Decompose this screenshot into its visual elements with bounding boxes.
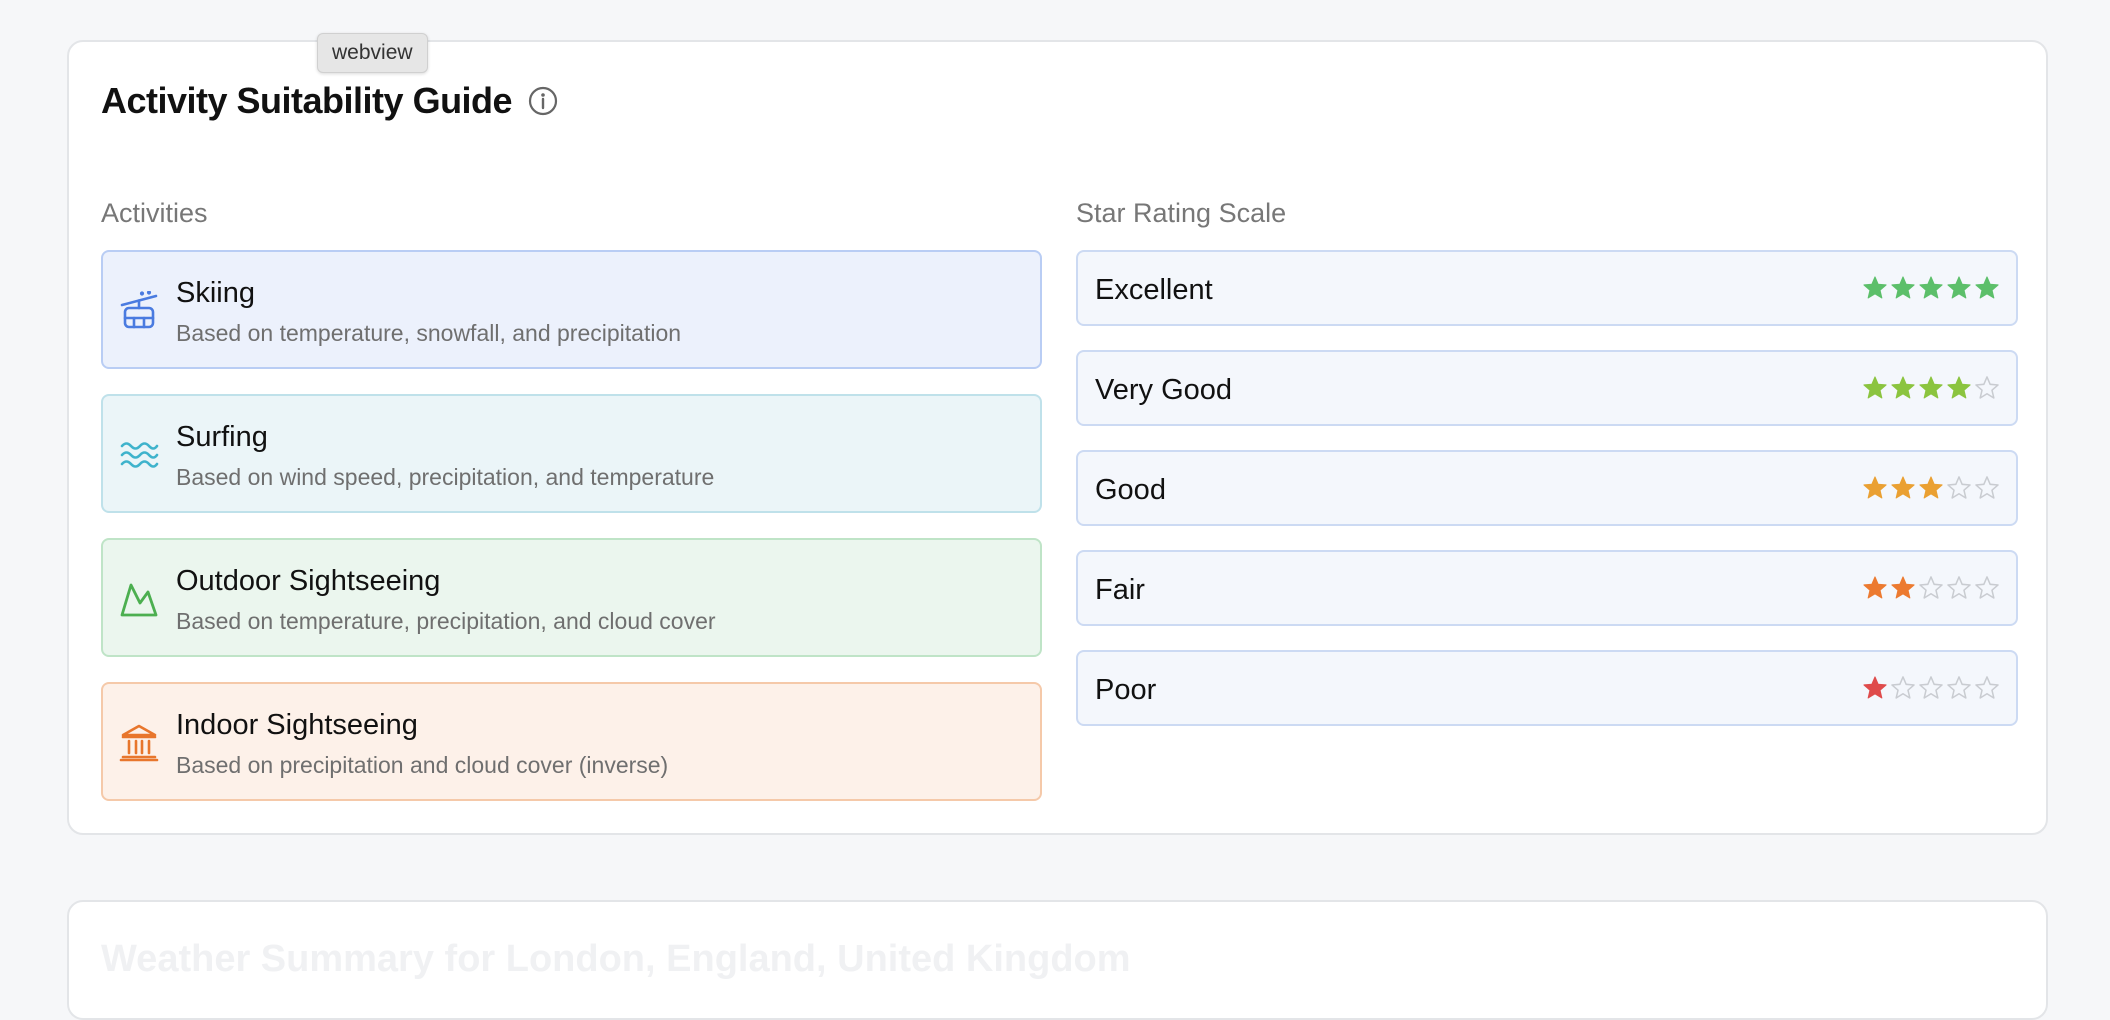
waves-icon [119,435,159,475]
star-rating [1862,675,2000,701]
rating-fair: Fair [1076,550,2018,626]
activity-name: Skiing [176,277,255,309]
star-empty-icon [1947,676,1971,699]
activity-description: Based on precipitation and cloud cover (… [176,752,669,778]
rating-label: Fair [1095,574,1145,606]
star-filled-icon [1863,576,1887,599]
star-filled-icon [1947,376,1971,399]
star-rating [1862,275,2000,301]
star-filled-icon [1863,276,1887,299]
rating-label: Very Good [1095,374,1233,406]
activity-name: Indoor Sightseeing [176,709,418,741]
star-filled-icon [1891,376,1915,399]
star-empty-icon [1975,576,1999,599]
guide-title: Activity Suitability Guide [101,80,513,121]
star-filled-icon [1975,276,1999,299]
activity-name: Surfing [176,421,268,453]
rating-label: Excellent [1095,274,1213,306]
star-empty-icon [1975,376,1999,399]
star-empty-icon [1919,676,1943,699]
star-filled-icon [1919,476,1943,499]
star-filled-icon [1891,476,1915,499]
star-filled-icon [1863,676,1887,699]
activity-surfing: Surfing Based on wind speed, precipitati… [101,394,1042,513]
mountain-icon [119,579,159,619]
star-rating [1862,375,2000,401]
activity-description: Based on temperature, precipitation, and… [176,608,716,634]
activity-guide-card: Activity Suitability Guide Activities St… [67,40,2048,835]
rating-excellent: Excellent [1076,250,2018,326]
activity-description: Based on temperature, snowfall, and prec… [176,320,682,346]
star-filled-icon [1863,476,1887,499]
activity-indoor-sightseeing: Indoor Sightseeing Based on precipitatio… [101,682,1042,801]
star-filled-icon [1891,576,1915,599]
star-filled-icon [1919,376,1943,399]
star-empty-icon [1975,476,1999,499]
star-empty-icon [1947,476,1971,499]
star-filled-icon [1919,276,1943,299]
activity-skiing: Skiing Based on temperature, snowfall, a… [101,250,1042,369]
webview-tooltip: webview [317,33,428,73]
rating-label: Good [1095,474,1166,506]
rating-scale-heading: Star Rating Scale [1076,198,1287,228]
activities-heading: Activities [101,198,208,228]
guide-heading: Activity Suitability Guide [101,80,558,122]
activity-name: Outdoor Sightseeing [176,565,441,597]
star-empty-icon [1947,576,1971,599]
rating-very-good: Very Good [1076,350,2018,426]
rating-poor: Poor [1076,650,2018,726]
star-empty-icon [1975,676,1999,699]
activity-outdoor-sightseeing: Outdoor Sightseeing Based on temperature… [101,538,1042,657]
rating-label: Poor [1095,674,1157,706]
star-filled-icon [1863,376,1887,399]
weather-summary-title: Weather Summary for London, England, Uni… [101,938,1131,980]
weather-summary-card: Weather Summary for London, England, Uni… [67,900,2048,1020]
star-rating [1862,475,2000,501]
info-icon[interactable] [528,86,558,116]
gondola-icon [119,290,159,331]
star-empty-icon [1891,676,1915,699]
star-rating [1862,575,2000,601]
activity-description: Based on wind speed, precipitation, and … [176,464,715,490]
star-empty-icon [1919,576,1943,599]
rating-good: Good [1076,450,2018,526]
star-filled-icon [1947,276,1971,299]
museum-icon [119,723,159,763]
star-filled-icon [1891,276,1915,299]
